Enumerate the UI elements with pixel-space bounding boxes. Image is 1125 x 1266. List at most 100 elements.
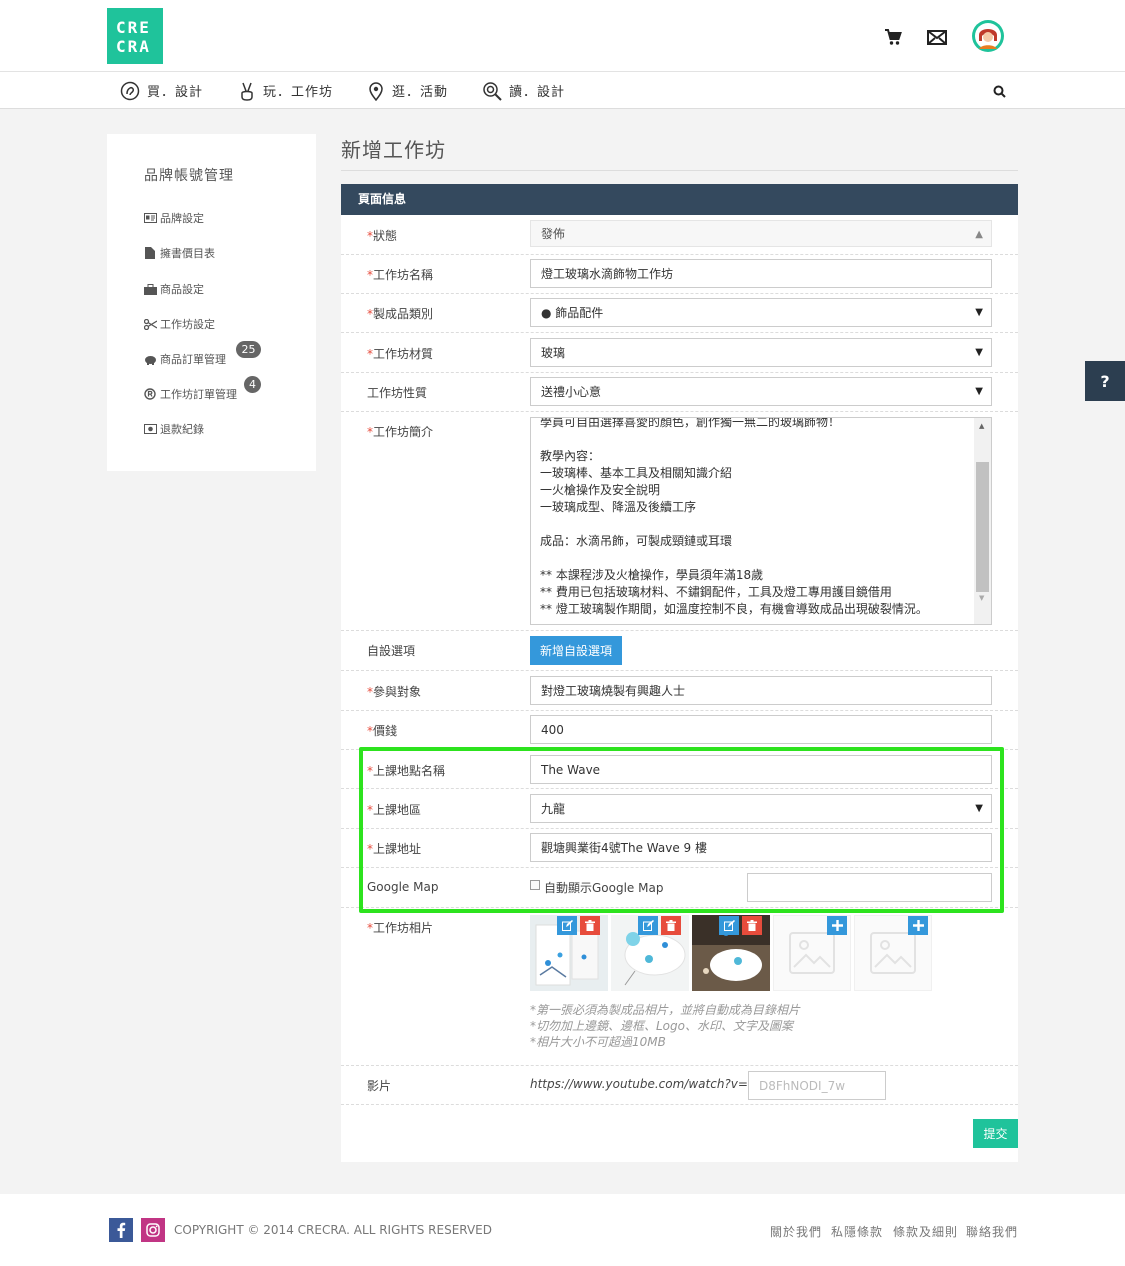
- main-nav: 買．設計 玩．工作坊 逛．活動 讀．設計: [0, 72, 1125, 109]
- youtube-id-input[interactable]: D8FhNODI_7w: [748, 1071, 886, 1100]
- nav-item-read-design[interactable]: 讀．設計: [482, 72, 565, 109]
- copyright-text: COPYRIGHT © 2014 CRECRA. ALL RIGHTS RESE…: [174, 1223, 492, 1237]
- nav-item-visit-events[interactable]: 逛．活動: [367, 72, 448, 109]
- chevron-down-icon: ▲: [975, 229, 983, 240]
- cart-icon[interactable]: [883, 27, 903, 47]
- search-icon[interactable]: [991, 83, 1007, 99]
- category-select[interactable]: ● 飾品配件 ▼: [530, 298, 992, 327]
- youtube-url-prefix: https://www.youtube.com/watch?v=: [530, 1077, 748, 1091]
- sidebar-item-refund-records[interactable]: 退款紀錄: [143, 421, 204, 437]
- workshop-form: 頁面信息 *狀態 發佈 ▲ *工作坊名稱 燈工玻璃水滴飾物工作坊 *製成品類別 ●…: [341, 184, 1018, 1162]
- chevron-down-icon: ▼: [975, 386, 983, 397]
- edit-icon[interactable]: [557, 916, 577, 935]
- add-photo-icon[interactable]: [827, 916, 847, 935]
- photo-2-actions: [638, 916, 681, 935]
- price-label: *價錢: [367, 724, 398, 738]
- help-tab[interactable]: ?: [1085, 361, 1125, 401]
- intro-label: *工作坊簡介: [367, 425, 434, 439]
- row-divider: [341, 1065, 1018, 1066]
- mail-icon[interactable]: [926, 28, 948, 46]
- footer: COPYRIGHT © 2014 CRECRA. ALL RIGHTS RESE…: [0, 1194, 1125, 1266]
- footer-link-privacy[interactable]: 私隱條款: [831, 1223, 883, 1240]
- photo-3-actions: [719, 916, 762, 935]
- scroll-down-arrow[interactable]: ▼: [979, 594, 984, 602]
- chevron-down-icon: ▼: [975, 347, 983, 358]
- location-icon: [369, 81, 383, 101]
- page-title: 新增工作坊: [341, 138, 446, 162]
- footer-link-contact[interactable]: 聯絡我們: [966, 1223, 1018, 1240]
- submit-button[interactable]: 提交: [973, 1119, 1018, 1148]
- photo-1-actions: [557, 916, 600, 935]
- sidebar-item-price-list[interactable]: 擁書價目表: [143, 245, 215, 261]
- material-label: *工作坊材質: [367, 347, 434, 361]
- intro-textarea[interactable]: 學員可自由選擇喜愛的顏色，創作獨一無二的玻璃飾物！ 教學內容： 一玻璃棒、基本工…: [530, 417, 992, 625]
- sidebar-item-brand-settings[interactable]: 品牌設定: [143, 210, 204, 226]
- scroll-up-arrow[interactable]: ▲: [979, 422, 984, 430]
- audience-input[interactable]: 對燈工玻璃燒製有興趣人士: [530, 676, 992, 705]
- row-divider: [341, 372, 1018, 373]
- status-select[interactable]: 發佈 ▲: [530, 220, 992, 247]
- crecra-logo[interactable]: CRE CRA: [107, 8, 163, 64]
- nav-item-play-workshop[interactable]: 玩．工作坊: [238, 72, 333, 109]
- sidebar-item-product-orders[interactable]: 商品訂單管理: [143, 351, 226, 367]
- delete-icon[interactable]: [661, 916, 681, 935]
- delete-icon[interactable]: [580, 916, 600, 935]
- form-section-header: 頁面信息: [341, 184, 1018, 215]
- row-divider: [341, 1104, 1018, 1105]
- workshop-name-input[interactable]: 燈工玻璃水滴飾物工作坊: [530, 259, 992, 288]
- row-divider: [341, 332, 1018, 333]
- edit-icon[interactable]: [638, 916, 658, 935]
- location-fields-highlight: [359, 747, 1004, 913]
- edit-icon[interactable]: [719, 916, 739, 935]
- add-photo-icon[interactable]: [908, 916, 928, 935]
- title-divider: [341, 170, 1018, 171]
- row-divider: [341, 411, 1018, 412]
- facebook-icon[interactable]: [109, 1218, 133, 1242]
- photo-guidelines: *第一張必須為製成品相片，並將自動成為目錄相片 *切勿加上邊鏡、邊框、Logo、…: [530, 1003, 801, 1049]
- top-bar: CRE CRA: [0, 0, 1125, 72]
- briefcase-icon: [143, 283, 157, 295]
- photos-label: *工作坊相片: [367, 921, 434, 935]
- workshop-orders-count-badge: 4: [244, 376, 261, 393]
- status-label: *狀態: [367, 229, 398, 243]
- custom-options-label: 自設選項: [367, 644, 416, 658]
- workshop-name-label: *工作坊名稱: [367, 268, 434, 282]
- id-card-icon: [143, 212, 157, 224]
- chevron-down-icon: ▼: [975, 307, 983, 318]
- ear-icon: [120, 81, 140, 100]
- instagram-icon[interactable]: [141, 1218, 165, 1242]
- user-avatar[interactable]: [971, 19, 1005, 53]
- image-placeholder-icon: [789, 932, 835, 974]
- footer-link-about[interactable]: 關於我們: [770, 1223, 822, 1240]
- row-divider: [341, 630, 1018, 631]
- row-divider: [341, 293, 1018, 294]
- nav-item-buy-design[interactable]: 買．設計: [120, 72, 203, 109]
- piggy-bank-icon: [143, 353, 157, 365]
- sidebar-title: 品牌帳號管理: [144, 168, 234, 184]
- nature-label: 工作坊性質: [367, 386, 428, 400]
- magnify-icon: [483, 81, 502, 101]
- money-icon: [143, 423, 157, 435]
- sidebar-item-workshop-settings[interactable]: 工作坊設定: [143, 316, 215, 332]
- footer-link-terms[interactable]: 條款及細則: [893, 1223, 958, 1240]
- registered-icon: [143, 388, 157, 400]
- file-icon: [143, 247, 157, 259]
- nature-select[interactable]: 送禮小心意 ▼: [530, 377, 992, 406]
- row-divider: [341, 254, 1018, 255]
- image-placeholder-icon: [870, 932, 916, 974]
- price-input[interactable]: 400: [530, 715, 992, 744]
- delete-icon[interactable]: [742, 916, 762, 935]
- scissors-icon: [143, 318, 157, 330]
- sidebar: 品牌帳號管理 品牌設定 擁書價目表 商品設定 工作坊設定 商品訂單管理 25 工…: [107, 134, 316, 471]
- add-custom-option-button[interactable]: 新增自設選項: [530, 636, 622, 665]
- audience-label: *參與對象: [367, 685, 422, 699]
- sidebar-item-workshop-orders[interactable]: 工作坊訂單管理: [143, 386, 237, 402]
- scrollbar-thumb[interactable]: [976, 462, 989, 592]
- sidebar-item-product-settings[interactable]: 商品設定: [143, 281, 204, 297]
- product-orders-count-badge: 25: [236, 341, 261, 358]
- category-label: *製成品類別: [367, 307, 434, 321]
- material-select[interactable]: 玻璃 ▼: [530, 338, 992, 367]
- row-divider: [341, 670, 1018, 671]
- peace-hand-icon: [241, 82, 253, 101]
- textarea-scrollbar[interactable]: ▲ ▼: [974, 418, 991, 624]
